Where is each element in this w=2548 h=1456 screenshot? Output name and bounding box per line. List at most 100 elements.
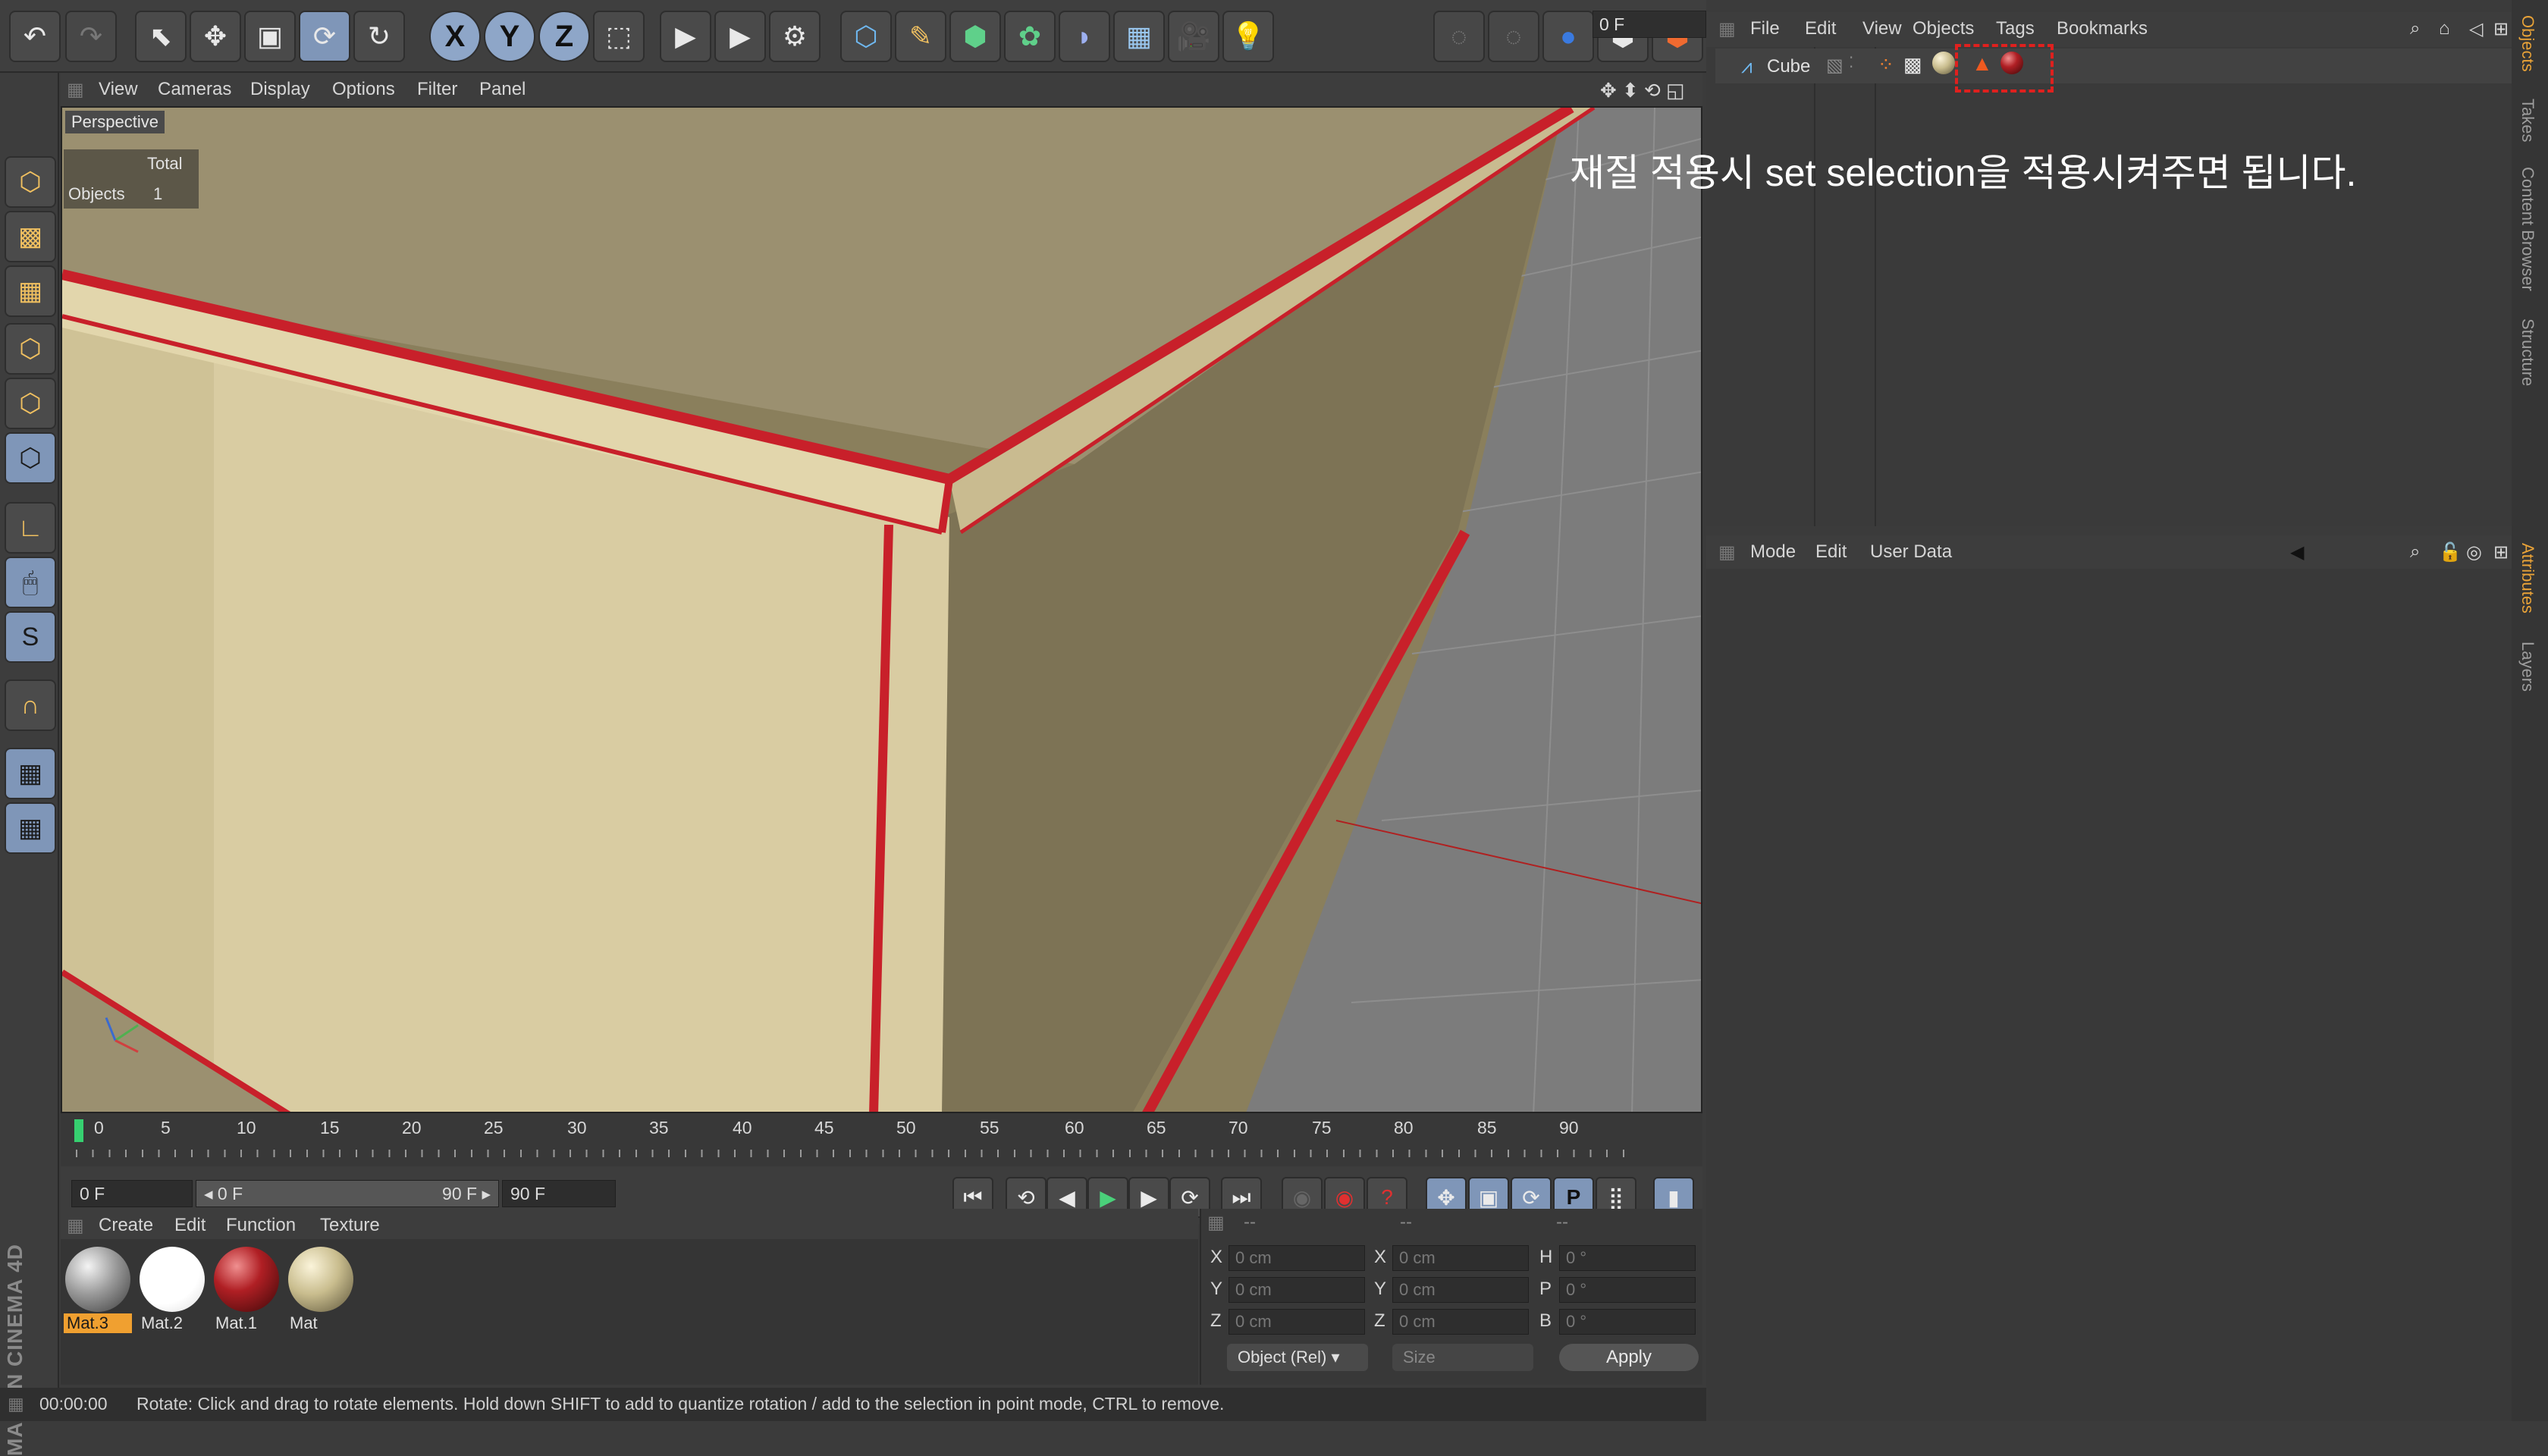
coordinate-system-button[interactable]: ⬚	[593, 11, 645, 62]
position-y-field[interactable]: 0 cm	[1228, 1277, 1365, 1303]
cube-primitive-button[interactable]: ⬡	[840, 11, 892, 62]
tab-content-browser[interactable]: Content Browser	[2518, 167, 2537, 291]
object-name[interactable]: Cube	[1767, 56, 1810, 77]
workplane-lock-button[interactable]: ▦	[5, 748, 56, 799]
viewport-navigation-icons[interactable]: ✥ ⬍ ⟲ ◱	[1600, 79, 1685, 102]
viewport-menu-filter[interactable]: Filter	[417, 79, 457, 100]
pen-spline-button[interactable]: ✎	[895, 11, 946, 62]
render-view-button[interactable]: ▶	[660, 11, 711, 62]
om-menu-tags[interactable]: Tags	[1996, 18, 2035, 39]
material-swatch[interactable]: Mat.3	[64, 1245, 132, 1336]
shading-mode-button[interactable]: ●	[1542, 11, 1594, 62]
recent-tool-button[interactable]: ↻	[353, 11, 405, 62]
tab-objects[interactable]: Objects	[2518, 15, 2537, 72]
size-z-field[interactable]: 0 cm	[1392, 1309, 1529, 1335]
lock-icon[interactable]: 🔓	[2439, 541, 2462, 563]
om-menu-edit[interactable]: Edit	[1805, 18, 1836, 39]
material-menu-function[interactable]: Function	[226, 1215, 296, 1236]
apply-button[interactable]: Apply	[1559, 1344, 1699, 1371]
model-mode-button[interactable]: ⬡	[5, 156, 56, 208]
start-frame-field[interactable]: 0 F	[71, 1180, 193, 1207]
tab-structure[interactable]: Structure	[2518, 318, 2537, 386]
viewport-camera-label[interactable]: Perspective	[65, 111, 165, 133]
am-menu-user-data[interactable]: User Data	[1870, 541, 1952, 563]
am-menu-edit[interactable]: Edit	[1815, 541, 1847, 563]
3d-viewport[interactable]: Perspective Total Objects 1	[61, 106, 1702, 1113]
coordinate-mode-dropdown[interactable]: Object (Rel) ▾	[1227, 1344, 1368, 1371]
object-row-cube[interactable]: ⩘ Cube ▧ ⁚ ⁘ ▩ ▲	[1715, 49, 2512, 83]
rotation-b-field[interactable]: 0 °	[1559, 1309, 1696, 1335]
axis-mode-button[interactable]: ∟	[5, 502, 56, 554]
back-arrow-icon[interactable]: ◀	[2290, 541, 2304, 563]
om-menu-file[interactable]: File	[1750, 18, 1780, 39]
size-mode-dropdown[interactable]: Size	[1392, 1344, 1533, 1371]
select-tool-button[interactable]: ⬉	[135, 11, 187, 62]
home-icon[interactable]: ⌂	[2439, 18, 2450, 39]
size-x-field[interactable]: 0 cm	[1392, 1245, 1529, 1271]
array-button[interactable]: ✿	[1004, 11, 1056, 62]
viewport-menu-display[interactable]: Display	[250, 79, 310, 100]
render-settings-button[interactable]: ⚙	[769, 11, 821, 62]
viewport-menu-view[interactable]: View	[99, 79, 138, 100]
snap-settings-button[interactable]: ◌	[1488, 11, 1539, 62]
x-axis-lock-button[interactable]: X	[429, 11, 481, 62]
tab-takes[interactable]: Takes	[2518, 99, 2537, 142]
om-menu-view[interactable]: View	[1862, 18, 1902, 39]
material-swatch[interactable]: Mat.2	[138, 1245, 206, 1336]
floor-scene-button[interactable]: ▦	[1113, 11, 1165, 62]
light-button[interactable]: 💡	[1222, 11, 1274, 62]
back-icon[interactable]: ◁	[2469, 18, 2483, 40]
tab-attributes[interactable]: Attributes	[2518, 543, 2537, 613]
material-tag-icon[interactable]	[1932, 52, 1955, 74]
current-frame-field[interactable]: 0 F	[1592, 11, 1706, 38]
material-menu-create[interactable]: Create	[99, 1215, 153, 1236]
edges-mode-button[interactable]: ⬡	[5, 378, 56, 429]
end-frame-field[interactable]: 90 F	[502, 1180, 616, 1207]
viewport-menu-cameras[interactable]: Cameras	[158, 79, 231, 100]
material-swatch[interactable]: Mat.1	[212, 1245, 281, 1336]
material-menu-edit[interactable]: Edit	[174, 1215, 206, 1236]
material-menu-texture[interactable]: Texture	[320, 1215, 380, 1236]
move-tool-button[interactable]: ✥	[190, 11, 241, 62]
timeline-ruler[interactable]: 0 5 10 15 20 25 30 35 40 45 50 55 60 65 …	[61, 1113, 1702, 1166]
maximize-panel-icon[interactable]: ⊞	[2493, 18, 2509, 40]
rotation-h-field[interactable]: 0 °	[1559, 1245, 1696, 1271]
maximize-panel-icon[interactable]: ⊞	[2493, 541, 2509, 563]
viewport-menu-panel[interactable]: Panel	[479, 79, 526, 100]
z-axis-lock-button[interactable]: Z	[538, 11, 590, 62]
snapping-button[interactable]: ∩	[5, 679, 56, 731]
polygons-mode-button[interactable]: ⬡	[5, 432, 56, 484]
am-menu-mode[interactable]: Mode	[1750, 541, 1796, 563]
rotate-tool-button[interactable]: ⟳	[299, 11, 350, 62]
om-menu-bookmarks[interactable]: Bookmarks	[2057, 18, 2148, 39]
search-icon[interactable]: ⌕	[2410, 541, 2420, 563]
search-icon[interactable]: ⌕	[2410, 18, 2420, 39]
scale-tool-button[interactable]: ▣	[244, 11, 296, 62]
deformer-button[interactable]: ◗	[1059, 11, 1110, 62]
redo-button[interactable]: ↷	[65, 11, 117, 62]
size-y-field[interactable]: 0 cm	[1392, 1277, 1529, 1303]
tab-layers[interactable]: Layers	[2518, 642, 2537, 692]
workplane-mode-button[interactable]: ▦	[5, 265, 56, 317]
points-mode-button[interactable]: ⬡	[5, 323, 56, 375]
snap-button[interactable]: ◌	[1433, 11, 1485, 62]
camera-button[interactable]: 🎥	[1168, 11, 1219, 62]
subdivision-surface-button[interactable]: ⬢	[949, 11, 1001, 62]
playhead[interactable]	[74, 1119, 83, 1142]
workplane-align-button[interactable]: ▦	[5, 802, 56, 854]
solo-mode-button[interactable]: S	[5, 611, 56, 663]
render-picture-viewer-button[interactable]: ▶	[714, 11, 766, 62]
preview-range-slider[interactable]: ◂ 0 F 90 F ▸	[196, 1180, 499, 1207]
viewport-menu-options[interactable]: Options	[332, 79, 395, 100]
om-menu-objects[interactable]: Objects	[1913, 18, 1974, 39]
y-axis-lock-button[interactable]: Y	[484, 11, 535, 62]
undo-button[interactable]: ↶	[9, 11, 61, 62]
layer-icon[interactable]: ▧	[1826, 55, 1844, 77]
texture-mode-button[interactable]: ▩	[5, 211, 56, 262]
tweak-mode-button[interactable]: 🖱	[5, 557, 56, 608]
target-icon[interactable]: ◎	[2466, 541, 2482, 563]
uvw-tag-icon[interactable]: ▩	[1903, 53, 1922, 77]
phong-tag-icon[interactable]: ⁘	[1878, 53, 1894, 77]
material-swatch[interactable]: Mat	[287, 1245, 355, 1336]
position-x-field[interactable]: 0 cm	[1228, 1245, 1365, 1271]
